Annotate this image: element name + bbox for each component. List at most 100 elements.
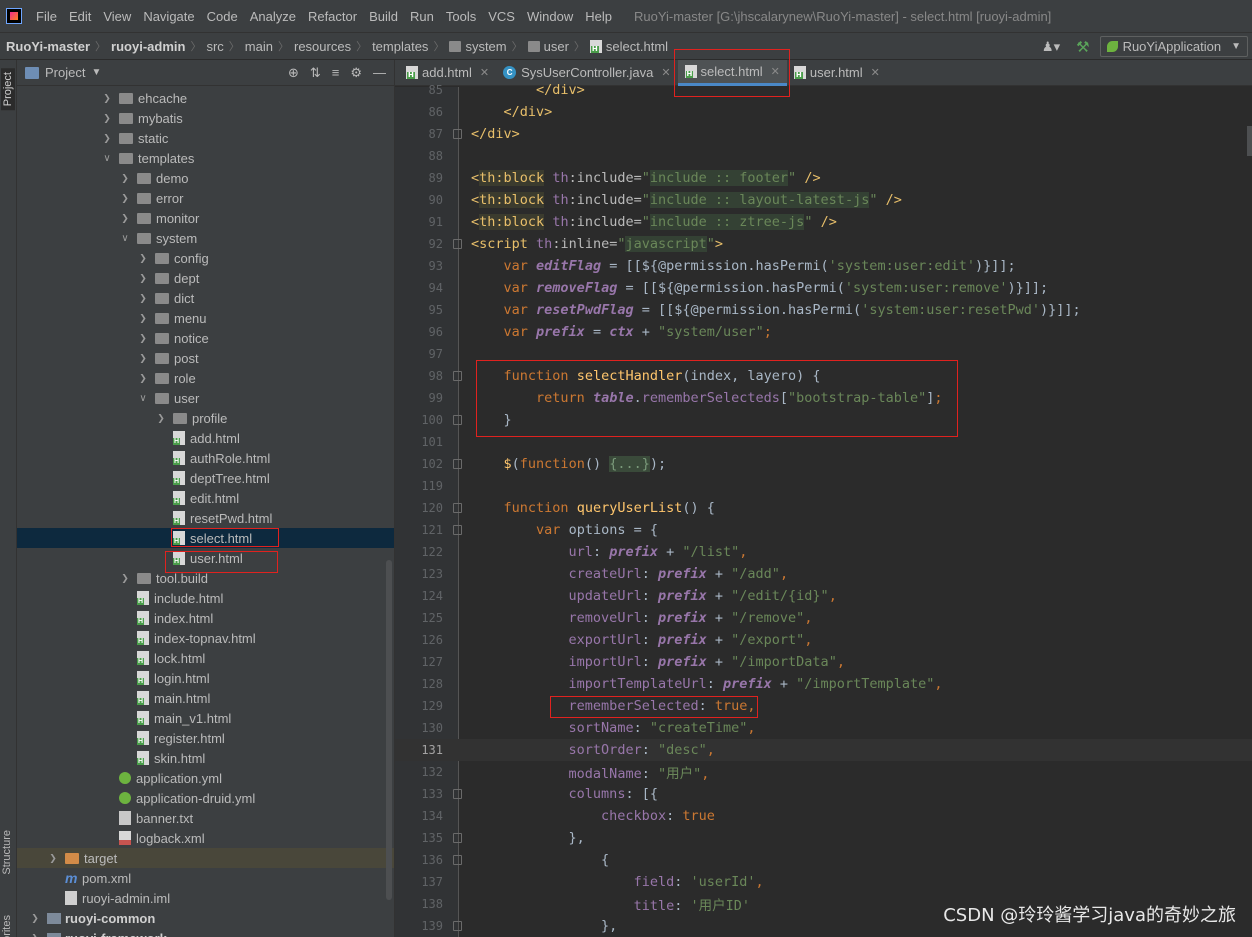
code-line[interactable]: 87 </div> [395, 123, 1252, 145]
chevron-right-icon[interactable]: ❯ [119, 173, 131, 184]
code-line[interactable]: 101 [395, 431, 1252, 453]
code-line[interactable]: 93 var editFlag = [[${@permission.hasPer… [395, 255, 1252, 277]
code-line[interactable]: 122 url: prefix + "/list", [395, 541, 1252, 563]
code-line[interactable]: 100 } [395, 409, 1252, 431]
tree-item[interactable]: ❯ config [17, 248, 394, 268]
chevron-right-icon[interactable]: ❯ [137, 253, 149, 264]
breadcrumb-item[interactable]: main [245, 39, 273, 54]
code-line[interactable]: 132 modalName: "用户", [395, 761, 1252, 783]
code-line[interactable]: 97 [395, 343, 1252, 365]
breadcrumb-item[interactable]: templates [372, 39, 428, 54]
code-line[interactable]: 85 </div> [395, 79, 1252, 101]
menu-code[interactable]: Code [201, 0, 244, 33]
breadcrumb-item[interactable]: ruoyi-admin [111, 39, 185, 54]
code-line[interactable]: 98 function selectHandler(index, layero)… [395, 365, 1252, 387]
favorites-tool-tab[interactable]: Favorites [1, 915, 13, 937]
fold-marker-icon[interactable] [451, 788, 465, 800]
code-line[interactable]: 133 columns: [{ [395, 783, 1252, 805]
breadcrumb-item[interactable]: RuoYi-master [6, 39, 90, 54]
structure-tool-tab[interactable]: Structure [1, 830, 13, 875]
build-hammer-icon[interactable]: ⚒ [1076, 38, 1089, 56]
expand-all-icon[interactable]: ⇅ [310, 65, 321, 81]
chevron-right-icon[interactable]: ❯ [155, 413, 167, 424]
chevron-right-icon[interactable]: ❯ [137, 373, 149, 384]
code-line[interactable]: 136 { [395, 849, 1252, 871]
menu-navigate[interactable]: Navigate [137, 0, 200, 33]
fold-marker-icon[interactable] [451, 524, 465, 536]
menu-vcs[interactable]: VCS [482, 0, 521, 33]
menu-help[interactable]: Help [579, 0, 618, 33]
tree-item[interactable]: ›logback.xml [17, 828, 394, 848]
project-tree-scrollbar[interactable] [386, 560, 392, 900]
menu-build[interactable]: Build [363, 0, 404, 33]
close-icon[interactable]: ✕ [661, 66, 670, 79]
tree-item[interactable]: ❯ ehcache [17, 88, 394, 108]
chevron-right-icon[interactable]: ❯ [137, 293, 149, 304]
tree-item[interactable]: ❯ post [17, 348, 394, 368]
fold-marker-icon[interactable] [451, 458, 465, 470]
tree-item[interactable]: ›application.yml [17, 768, 394, 788]
tree-item[interactable]: ›resetPwd.html [17, 508, 394, 528]
tree-item[interactable]: ›login.html [17, 668, 394, 688]
tree-item[interactable]: ❯ notice [17, 328, 394, 348]
chevron-right-icon[interactable]: ❯ [137, 313, 149, 324]
tree-item[interactable]: ›add.html [17, 428, 394, 448]
menu-file[interactable]: File [30, 0, 63, 33]
tree-item[interactable]: ❯ tool.build [17, 568, 394, 588]
code-line[interactable]: 126 exportUrl: prefix + "/export", [395, 629, 1252, 651]
code-line[interactable]: 90 <th:block th:include="include :: layou… [395, 189, 1252, 211]
breadcrumb-item[interactable]: user [527, 39, 569, 54]
tree-item[interactable]: ›include.html [17, 588, 394, 608]
editor-scrollbar[interactable] [1247, 126, 1252, 156]
project-view-selector[interactable]: Project [45, 65, 85, 80]
fold-marker-icon[interactable] [451, 370, 465, 382]
locate-file-icon[interactable]: ⊕ [288, 65, 299, 81]
code-line[interactable]: 131 sortOrder: "desc", [395, 739, 1252, 761]
code-line[interactable]: 129 rememberSelected: true, [395, 695, 1252, 717]
tree-item[interactable]: ›select.html [17, 528, 394, 548]
project-tool-tab[interactable]: Project [1, 68, 15, 111]
code-area[interactable]: 85 </div> 86 </div> 87 </div> 88 89 <th:block … [395, 82, 1252, 937]
chevron-right-icon[interactable]: ❯ [29, 913, 41, 924]
breadcrumb-item[interactable]: resources [294, 39, 351, 54]
code-line[interactable]: 130 sortName: "createTime", [395, 717, 1252, 739]
chevron-right-icon[interactable]: ❯ [119, 213, 131, 224]
chevron-right-icon[interactable]: ❯ [29, 933, 41, 937]
code-line[interactable]: 127 importUrl: prefix + "/importData", [395, 651, 1252, 673]
tree-item[interactable]: ❯ target [17, 848, 394, 868]
menu-edit[interactable]: Edit [63, 0, 97, 33]
chevron-right-icon[interactable]: ❯ [101, 113, 113, 124]
chevron-down-icon[interactable]: ∨ [119, 233, 131, 244]
tree-item[interactable]: ›mpom.xml [17, 868, 394, 888]
tree-item[interactable]: ∨ user [17, 388, 394, 408]
menu-tools[interactable]: Tools [440, 0, 482, 33]
code-line[interactable]: 99 return table.rememberSelecteds["boots… [395, 387, 1252, 409]
tree-item[interactable]: ›deptTree.html [17, 468, 394, 488]
code-line[interactable]: 119 [395, 475, 1252, 497]
fold-marker-icon[interactable] [451, 832, 465, 844]
code-line[interactable]: 121 var options = { [395, 519, 1252, 541]
hide-panel-icon[interactable]: — [373, 65, 386, 81]
tree-item[interactable]: ›index-topnav.html [17, 628, 394, 648]
code-line[interactable]: 137 field: 'userId', [395, 871, 1252, 893]
tree-item[interactable]: ∨ system [17, 228, 394, 248]
close-icon[interactable]: ✕ [871, 66, 880, 79]
close-icon[interactable]: ✕ [771, 65, 780, 78]
tree-item[interactable]: ›ruoyi-admin.iml [17, 888, 394, 908]
menu-view[interactable]: View [97, 0, 137, 33]
code-line[interactable]: 96 var prefix = ctx + "system/user"; [395, 321, 1252, 343]
tree-item[interactable]: ›banner.txt [17, 808, 394, 828]
code-line[interactable]: 120 function queryUserList() { [395, 497, 1252, 519]
fold-marker-icon[interactable] [451, 238, 465, 250]
chevron-right-icon[interactable]: ❯ [101, 93, 113, 104]
tree-item[interactable]: ›lock.html [17, 648, 394, 668]
chevron-right-icon[interactable]: ❯ [101, 133, 113, 144]
code-line[interactable]: 125 removeUrl: prefix + "/remove", [395, 607, 1252, 629]
breadcrumb-item[interactable]: select.html [589, 39, 668, 54]
tree-item[interactable]: ›application-druid.yml [17, 788, 394, 808]
chevron-right-icon[interactable]: ❯ [119, 573, 131, 584]
chevron-down-icon[interactable]: ∨ [101, 153, 113, 164]
tree-item[interactable]: ❯ dict [17, 288, 394, 308]
code-line[interactable]: 134 checkbox: true [395, 805, 1252, 827]
code-line[interactable]: 92 <script th:inline="javascript"> [395, 233, 1252, 255]
